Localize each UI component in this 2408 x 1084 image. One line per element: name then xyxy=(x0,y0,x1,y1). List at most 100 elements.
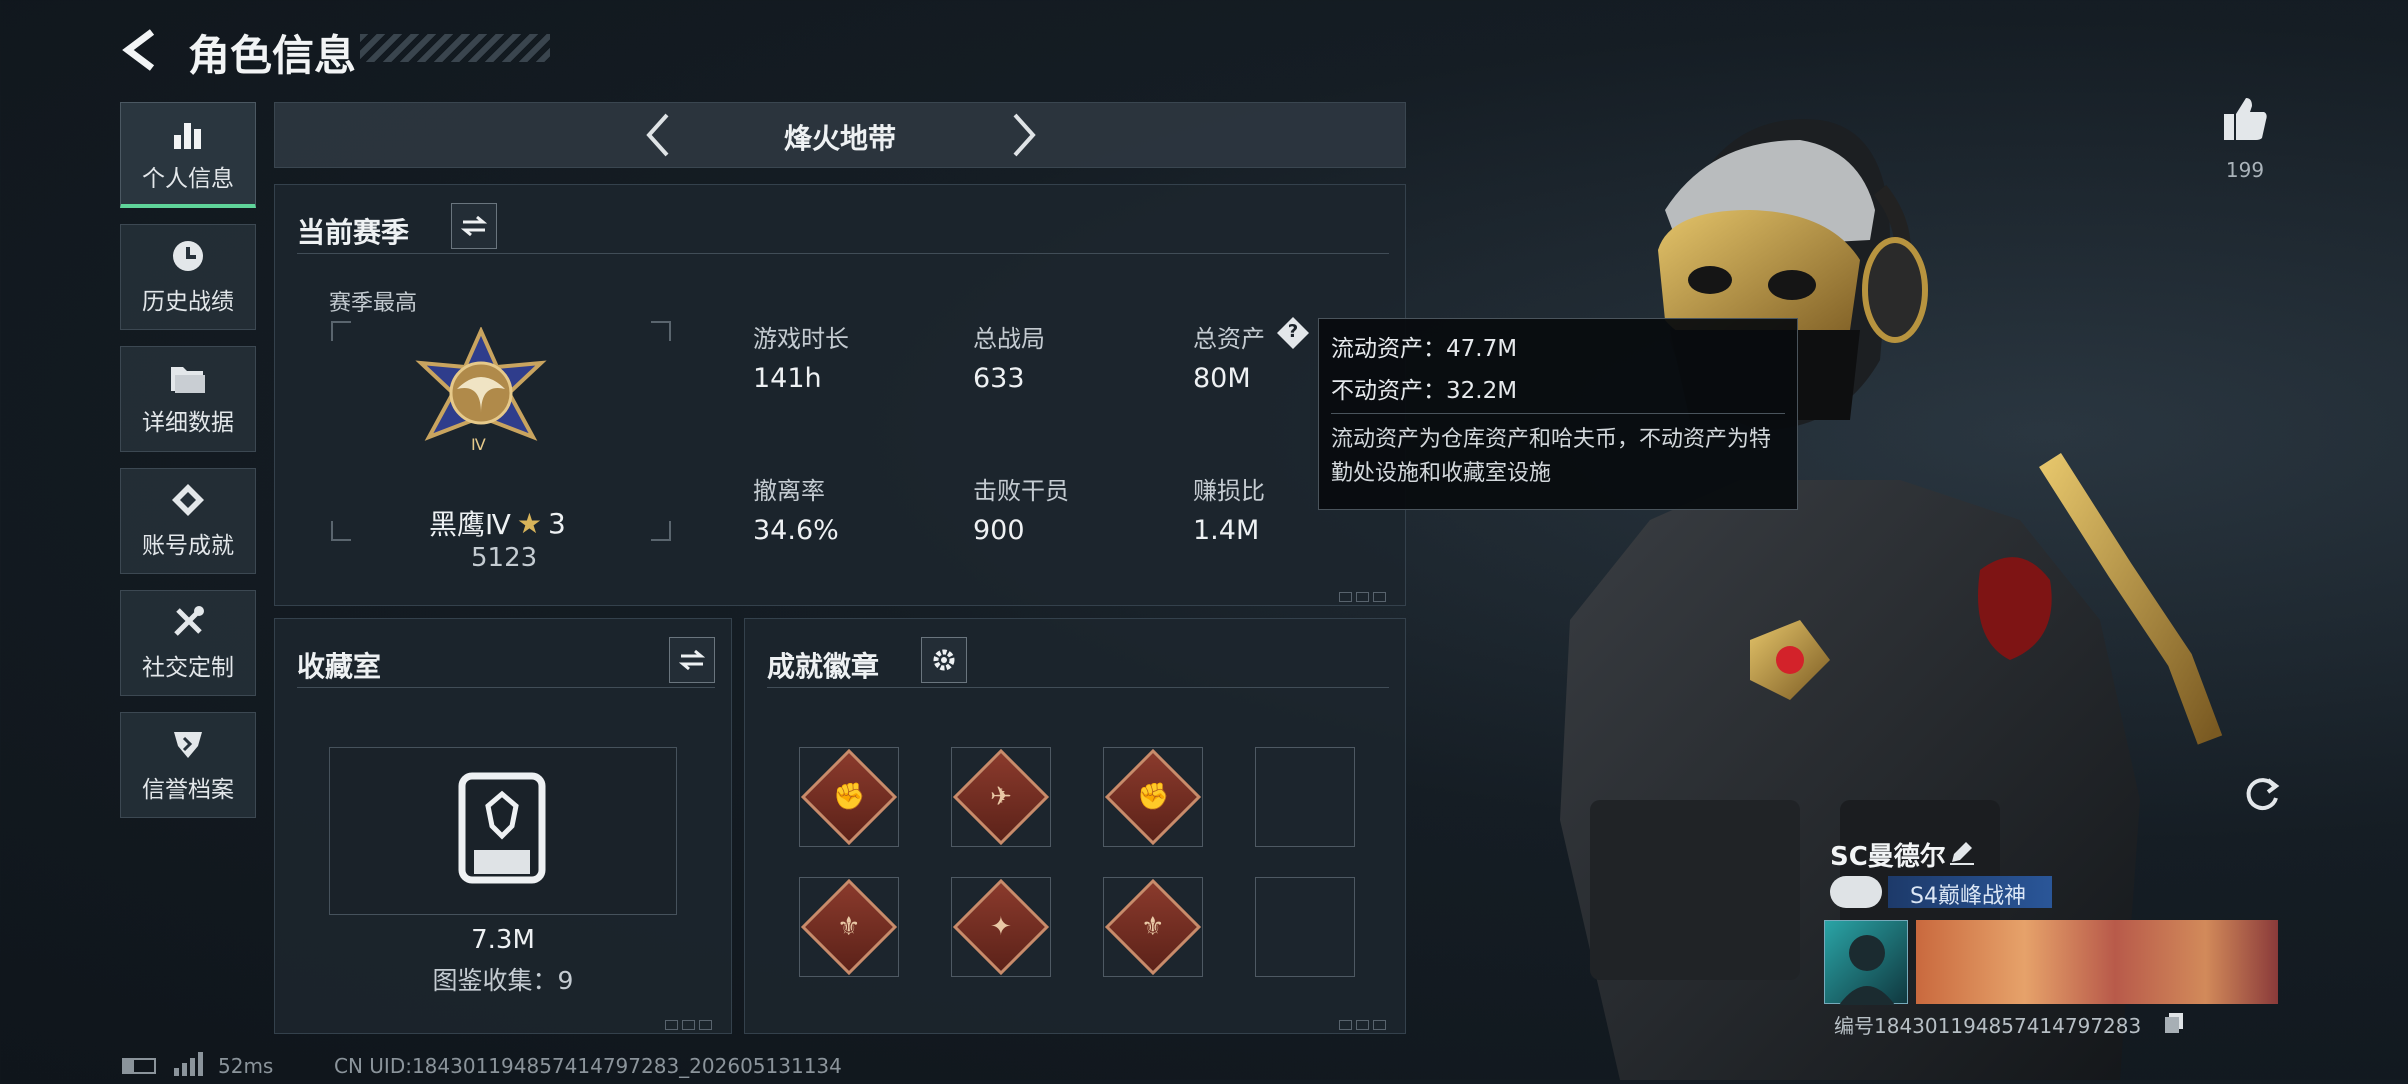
sidebar-item-personal-info[interactable]: 个人信息 xyxy=(120,102,256,208)
shield-icon xyxy=(174,732,202,758)
page-title: 角色信息 xyxy=(188,31,357,80)
badge-dragon-icon: ⚜ xyxy=(837,912,861,942)
sidebar-item-details[interactable]: 详细数据 xyxy=(120,346,256,452)
sidebar-item-label: 信誉档案 xyxy=(142,777,234,803)
avatar[interactable] xyxy=(1824,920,1908,1005)
help-glyph: ? xyxy=(1287,321,1299,342)
badge-dragon-icon: ⚜ xyxy=(1141,912,1165,942)
profile-card: SC曼德尔 S4巅峰战神 编号1843011948574147972​83 xyxy=(1820,836,2280,1046)
assets-tooltip: 流动资产：47.7M 不动资产：32.2M 流动资产为仓库资产和哈夫币，不动资产… xyxy=(1318,318,1798,510)
rotate-view-button[interactable] xyxy=(2240,772,2284,816)
name-card-banner[interactable] xyxy=(1916,920,2278,1004)
stat-assets-value: 80M xyxy=(1193,363,1251,394)
sidebar-item-label: 社交定制 xyxy=(142,655,234,681)
badge-slot[interactable]: ✊ xyxy=(799,747,899,847)
back-arrow-icon xyxy=(122,29,155,71)
stat-matches-label: 总战局 xyxy=(973,325,1045,353)
assets-help-button[interactable]: ? xyxy=(1275,315,1311,351)
bar-chart-icon xyxy=(174,122,201,149)
stat-playtime-value: 141h xyxy=(753,363,822,394)
stat-kills-value: 900 xyxy=(973,515,1025,546)
badge-slot-empty[interactable] xyxy=(1255,877,1355,977)
avatar-portrait-icon xyxy=(1839,935,1895,1005)
footer-uid: CN UID:184301194857414797283_20260513113… xyxy=(334,1054,842,1078)
badge-fist-icon: ✊ xyxy=(832,782,866,812)
corner-decoration xyxy=(1335,1015,1391,1030)
mode-next-button[interactable] xyxy=(997,109,1047,161)
copy-id-button[interactable] xyxy=(2164,1012,2184,1034)
ping-value: 52ms xyxy=(218,1054,274,1078)
badge-slot[interactable]: ✦ xyxy=(951,877,1051,977)
rank-emblem-numeral: Ⅳ xyxy=(471,435,486,454)
rank-name: 黑鹰Ⅳ ★ 3 xyxy=(429,503,566,543)
sidebar-item-credit[interactable]: 信誉档案 xyxy=(120,712,256,818)
corner-decoration xyxy=(1335,587,1391,602)
stat-kills-label: 击败干员 xyxy=(973,477,1069,505)
edit-name-button[interactable] xyxy=(1948,838,1976,866)
corner-decoration xyxy=(661,1015,717,1030)
gear-icon xyxy=(933,649,955,671)
like-count: 199 xyxy=(2225,158,2265,182)
achievements-settings-button[interactable] xyxy=(921,637,967,683)
sidebar-item-label: 账号成就 xyxy=(142,533,234,559)
swap-icon xyxy=(679,649,705,671)
rank-name-text: 黑鹰Ⅳ xyxy=(429,508,511,541)
clock-icon xyxy=(173,241,203,271)
badge-slot[interactable]: ✊ xyxy=(1103,747,1203,847)
back-button[interactable] xyxy=(118,26,164,74)
collection-title: 收藏室 xyxy=(297,650,382,683)
title-badge-logo xyxy=(1830,876,1882,908)
stat-playtime-label: 游戏时长 xyxy=(753,325,849,353)
sidebar-item-history[interactable]: 历史战绩 xyxy=(120,224,256,330)
copy-icon xyxy=(2165,1013,2183,1033)
season-switch-button[interactable] xyxy=(451,203,497,249)
sidebar-item-achievements[interactable]: 账号成就 xyxy=(120,468,256,574)
season-title: 当前赛季 xyxy=(297,216,410,249)
tools-icon xyxy=(174,606,204,636)
swap-icon xyxy=(461,215,487,237)
rank-score: 5123 xyxy=(471,543,538,573)
mode-label: 烽火地带 xyxy=(783,122,896,155)
collection-panel-header: 收藏室 xyxy=(297,637,715,688)
badge-slot[interactable]: ⚜ xyxy=(1103,877,1203,977)
tooltip-description: 流动资产为仓库资产和哈夫币，不动资产为特勤处设施和收藏室设施 xyxy=(1331,427,1772,486)
thumbs-up-icon xyxy=(2224,98,2267,140)
vault-icon xyxy=(458,772,546,884)
player-id: 编号1843011948574147972​83 xyxy=(1834,1014,2142,1038)
collection-switch-button[interactable] xyxy=(669,637,715,683)
battery-icon xyxy=(122,1058,156,1074)
badge-slot[interactable]: ⚜ xyxy=(799,877,899,977)
collection-panel[interactable]: 收藏室 7.3M 图鉴收集：9 xyxy=(274,618,732,1034)
stat-matches-value: 633 xyxy=(973,363,1025,394)
season-best-label: 赛季最高 xyxy=(329,291,418,316)
badge-plane-icon: ✈ xyxy=(990,781,1012,812)
title-stripes xyxy=(360,34,550,62)
season-panel-header: 当前赛季 xyxy=(297,203,1389,254)
stat-extract-label: 撤离率 xyxy=(753,477,825,505)
sidebar-item-social[interactable]: 社交定制 xyxy=(120,590,256,696)
tooltip-liquid-assets: 流动资产：47.7M xyxy=(1331,336,1518,362)
stat-extract-value: 34.6% xyxy=(753,515,839,546)
collection-preview xyxy=(329,747,677,915)
badge-fist-icon: ✊ xyxy=(1136,782,1170,812)
stat-assets-label: 总资产 xyxy=(1193,325,1265,353)
player-name: SC曼德尔 xyxy=(1830,842,1946,872)
signal-icon xyxy=(174,1052,206,1076)
badge-slot-empty[interactable] xyxy=(1255,747,1355,847)
rank-stars: 3 xyxy=(547,506,566,540)
achievements-panel-header: 成就徽章 xyxy=(767,637,1389,688)
badge-runner-icon: ✦ xyxy=(990,911,1012,942)
rank-emblem: Ⅳ xyxy=(413,326,549,463)
folder-icon xyxy=(171,367,205,393)
sidebar-item-label: 个人信息 xyxy=(142,165,234,192)
sidebar-item-label: 详细数据 xyxy=(142,410,234,436)
chevron-right-icon xyxy=(1013,113,1036,157)
badge-slot[interactable]: ✈ xyxy=(951,747,1051,847)
stat-ratio-value: 1.4M xyxy=(1193,515,1260,546)
achievements-panel: 成就徽章 ✊ ✈ ✊ ⚜ ✦ ⚜ xyxy=(744,618,1406,1034)
like-button[interactable]: 199 xyxy=(2210,96,2280,186)
achievement-icon xyxy=(172,484,204,516)
title-badge: S4巅峰战神 xyxy=(1888,876,2052,909)
stat-ratio-label: 赚损比 xyxy=(1193,477,1265,505)
rotate-icon xyxy=(2246,778,2280,811)
